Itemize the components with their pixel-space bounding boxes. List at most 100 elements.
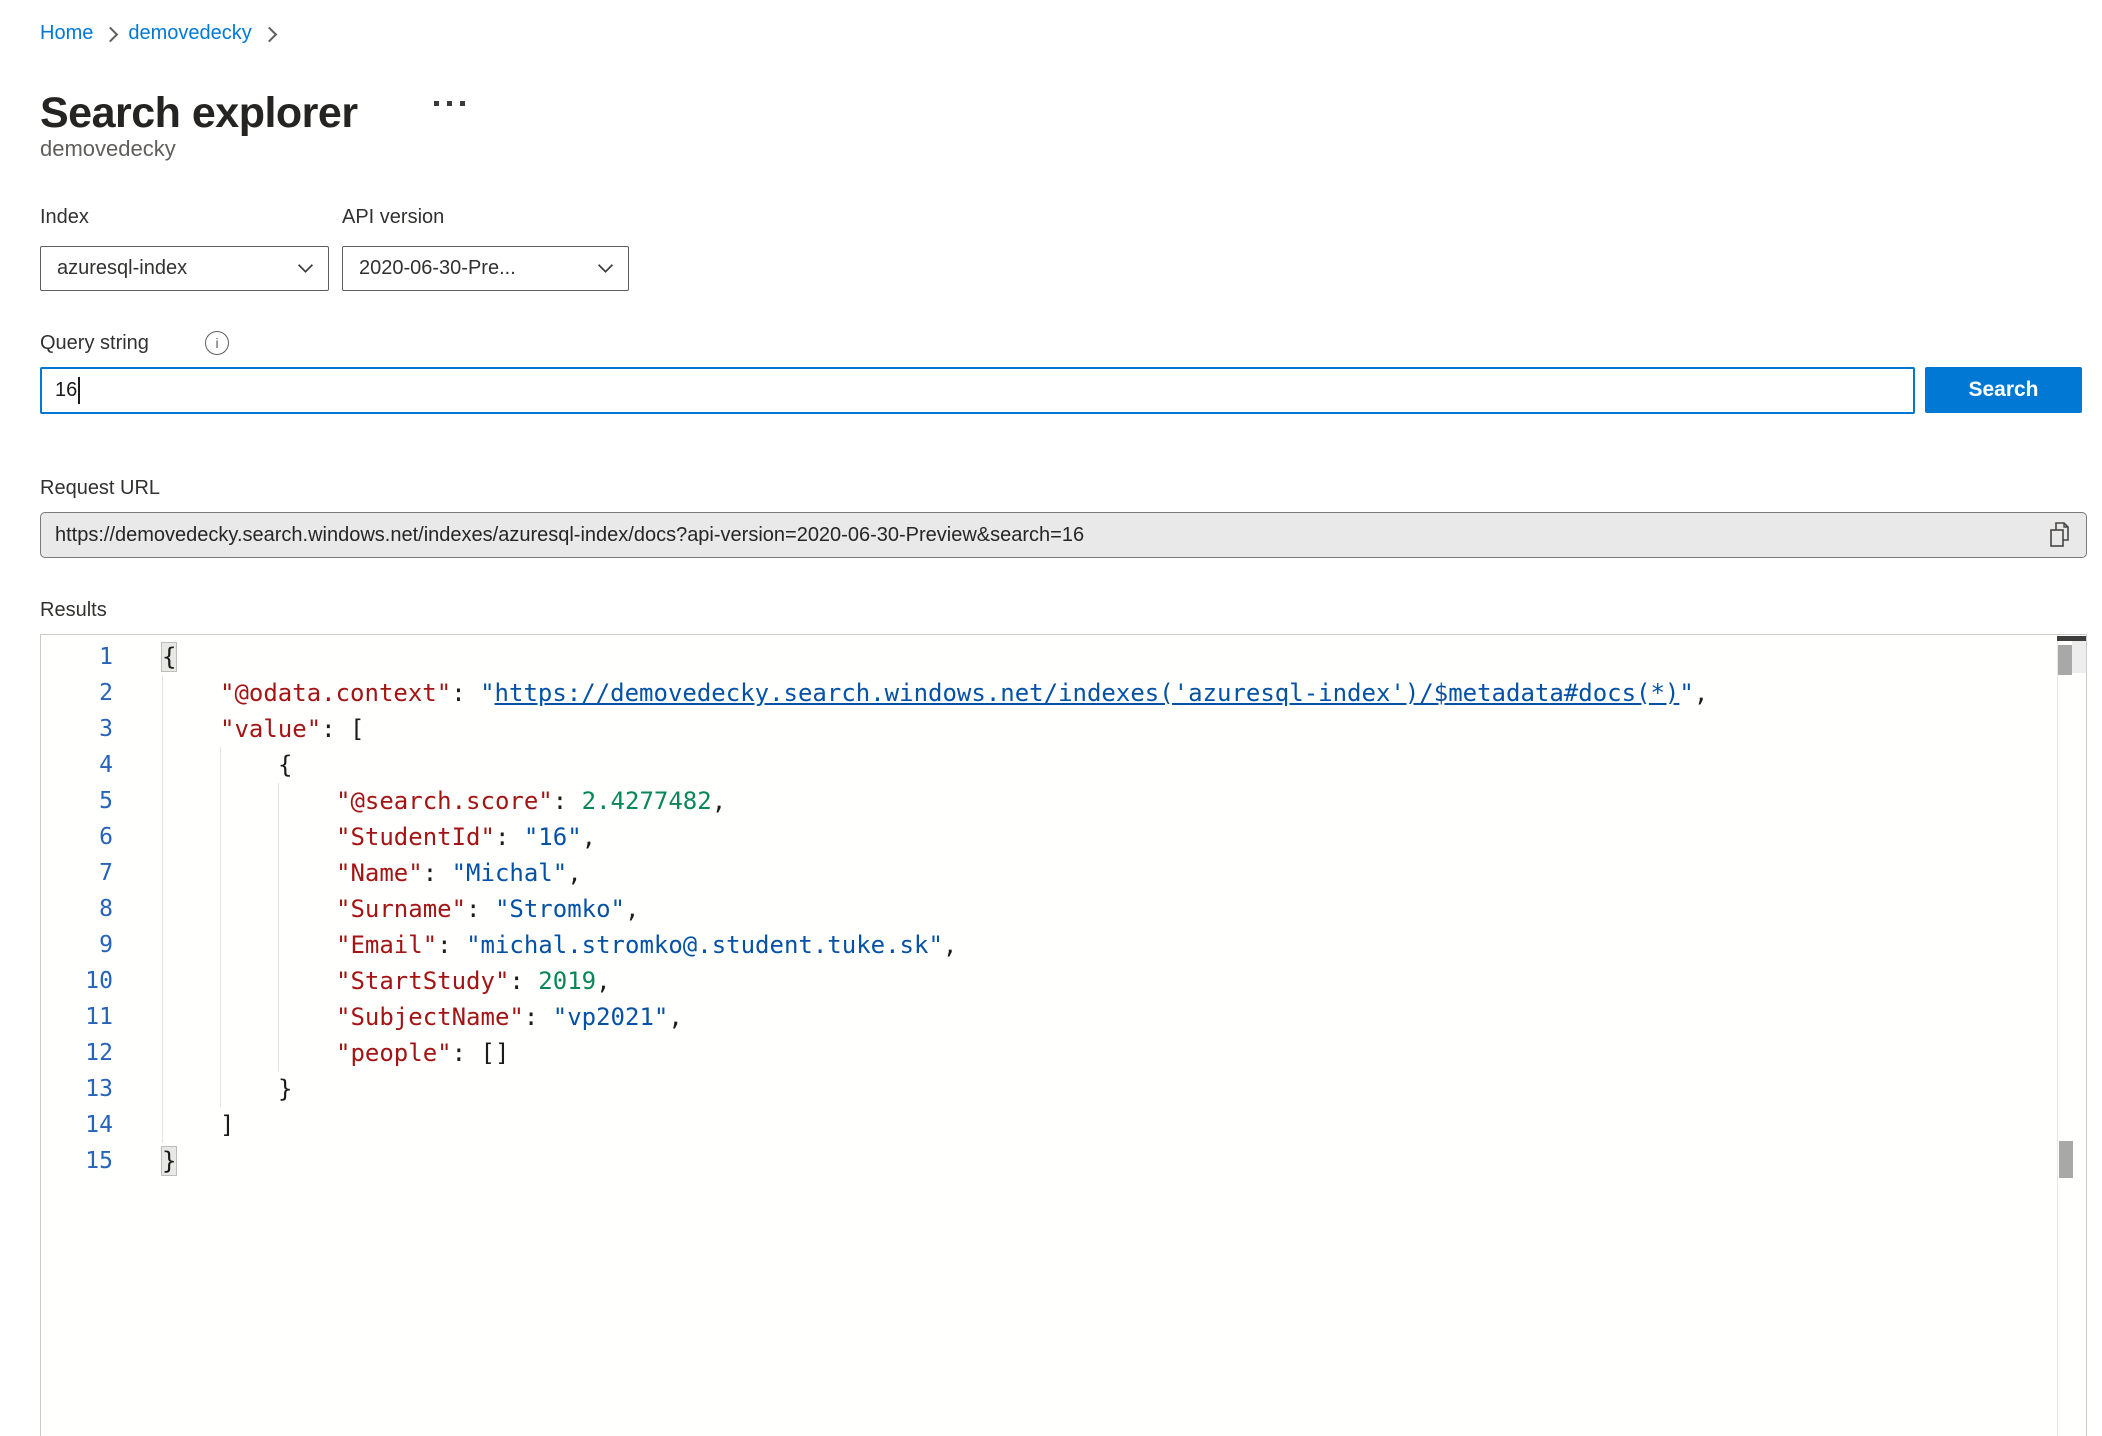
code-token-str: "michal.stromko@.student.tuke.sk" bbox=[466, 931, 943, 959]
copy-url-button[interactable] bbox=[2044, 519, 2074, 551]
code-line: 8"Surname": "Stromko", bbox=[41, 891, 2086, 927]
page-subtitle: demovedecky bbox=[40, 136, 176, 162]
indent-guide bbox=[162, 819, 163, 855]
code-token-punc: , bbox=[1694, 679, 1708, 707]
code-token-punc: : bbox=[423, 859, 452, 887]
code-token-key: "SubjectName" bbox=[336, 1003, 524, 1031]
indent-guide bbox=[162, 891, 163, 927]
code-token-link[interactable]: https://demovedecky.search.windows.net/i… bbox=[495, 679, 1680, 707]
line-number: 4 bbox=[41, 747, 113, 783]
indent-guide bbox=[162, 927, 163, 963]
index-label: Index bbox=[40, 206, 89, 229]
code-token-str: " bbox=[1679, 679, 1693, 707]
code-token-punc: , bbox=[567, 859, 581, 887]
indent-guide bbox=[220, 819, 221, 855]
code-token-num: 2.4277482 bbox=[582, 787, 712, 815]
line-number: 13 bbox=[41, 1071, 113, 1107]
indent-guide bbox=[278, 891, 279, 927]
code-token-punc: : bbox=[509, 967, 538, 995]
code-token-punc: , bbox=[943, 931, 957, 959]
index-dropdown[interactable]: azuresql-index bbox=[40, 246, 329, 291]
results-code: 1{2"@odata.context": "https://demovedeck… bbox=[41, 639, 2086, 1179]
line-number: 6 bbox=[41, 819, 113, 855]
indent-guide bbox=[162, 711, 163, 747]
indent-guide bbox=[278, 819, 279, 855]
code-token-punc: , bbox=[625, 895, 639, 923]
code-token-key: "@search.score" bbox=[336, 787, 553, 815]
text-caret bbox=[78, 377, 80, 404]
code-token-punc: , bbox=[582, 823, 596, 851]
code-line: 3 "value": [ bbox=[41, 711, 2086, 747]
code-token-punc: } bbox=[162, 1147, 176, 1175]
code-token-str: "16" bbox=[524, 823, 582, 851]
code-token-punc: : [ bbox=[321, 715, 364, 743]
indent-guide bbox=[220, 747, 221, 783]
code-line: 7 "Name": "Michal", bbox=[41, 855, 2086, 891]
code-token-punc: : bbox=[466, 895, 495, 923]
chevron-down-icon bbox=[297, 260, 314, 277]
code-token-key: "Name" bbox=[336, 859, 423, 887]
indent-guide bbox=[220, 783, 221, 819]
page-title: Search explorer bbox=[40, 89, 358, 138]
more-options-button[interactable] bbox=[432, 99, 467, 108]
code-token-key: "Email" bbox=[336, 931, 437, 959]
breadcrumb-service-link[interactable]: demovedecky bbox=[128, 22, 251, 45]
indent-guide bbox=[162, 999, 163, 1035]
code-line: 9 "Email": "michal.stromko@.student.tuke.… bbox=[41, 927, 2086, 963]
code-line: 14] bbox=[41, 1107, 2086, 1143]
indent-guide bbox=[162, 1035, 163, 1071]
code-line: 11"SubjectName": "vp2021", bbox=[41, 999, 2086, 1035]
code-line: 1{ bbox=[41, 639, 2086, 675]
api-version-dropdown[interactable]: 2020-06-30-Pre... bbox=[342, 246, 629, 291]
line-number: 9 bbox=[41, 927, 113, 963]
chevron-down-icon bbox=[597, 260, 614, 277]
scrollbar-track-border bbox=[2057, 635, 2058, 1436]
code-line: 10"StartStudy": 2019, bbox=[41, 963, 2086, 999]
line-number: 5 bbox=[41, 783, 113, 819]
request-url-field[interactable]: https://demovedecky.search.windows.net/i… bbox=[40, 512, 2087, 558]
breadcrumb-home-link[interactable]: Home bbox=[40, 22, 93, 45]
line-number: 7 bbox=[41, 855, 113, 891]
indent-guide bbox=[162, 747, 163, 783]
results-label: Results bbox=[40, 599, 107, 622]
indent-guide bbox=[278, 783, 279, 819]
page-scrollbar-thumb[interactable] bbox=[2059, 1141, 2073, 1178]
chevron-right-icon bbox=[103, 26, 119, 42]
indent-guide bbox=[220, 891, 221, 927]
query-string-input[interactable]: 16 bbox=[40, 367, 1915, 414]
code-token-punc: : bbox=[451, 679, 480, 707]
indent-guide bbox=[220, 963, 221, 999]
code-token-punc: : bbox=[437, 931, 466, 959]
scrollbar-track bbox=[2072, 641, 2086, 673]
indent-guide bbox=[220, 1071, 221, 1107]
code-token-punc: : bbox=[495, 823, 524, 851]
indent-guide bbox=[220, 927, 221, 963]
code-token-key: "Surname" bbox=[336, 895, 466, 923]
copy-icon bbox=[2047, 521, 2071, 549]
indent-guide bbox=[162, 783, 163, 819]
code-token-punc: { bbox=[278, 751, 292, 779]
code-token-punc: , bbox=[596, 967, 610, 995]
info-icon[interactable]: i bbox=[205, 331, 229, 355]
indent-guide bbox=[220, 999, 221, 1035]
code-token-key: "@odata.context" bbox=[220, 679, 451, 707]
editor-scrollbar-thumb[interactable] bbox=[2058, 645, 2072, 675]
code-token-punc: } bbox=[278, 1075, 292, 1103]
code-line: 5"@search.score": 2.4277482, bbox=[41, 783, 2086, 819]
code-token-str: "Michal" bbox=[452, 859, 568, 887]
api-version-label: API version bbox=[342, 206, 444, 229]
code-token-key: "value" bbox=[220, 715, 321, 743]
indent-guide bbox=[162, 855, 163, 891]
line-number: 15 bbox=[41, 1143, 113, 1179]
line-number: 12 bbox=[41, 1035, 113, 1071]
code-token-punc: ] bbox=[220, 1111, 234, 1139]
line-number: 3 bbox=[41, 711, 113, 747]
code-token-num: 2019 bbox=[538, 967, 596, 995]
indent-guide bbox=[278, 855, 279, 891]
indent-guide bbox=[278, 963, 279, 999]
results-editor[interactable]: 1{2"@odata.context": "https://demovedeck… bbox=[40, 634, 2087, 1436]
ellipsis-icon bbox=[460, 101, 465, 106]
search-button[interactable]: Search bbox=[1925, 367, 2082, 413]
code-token-punc: { bbox=[162, 643, 176, 671]
code-line: 15} bbox=[41, 1143, 2086, 1179]
